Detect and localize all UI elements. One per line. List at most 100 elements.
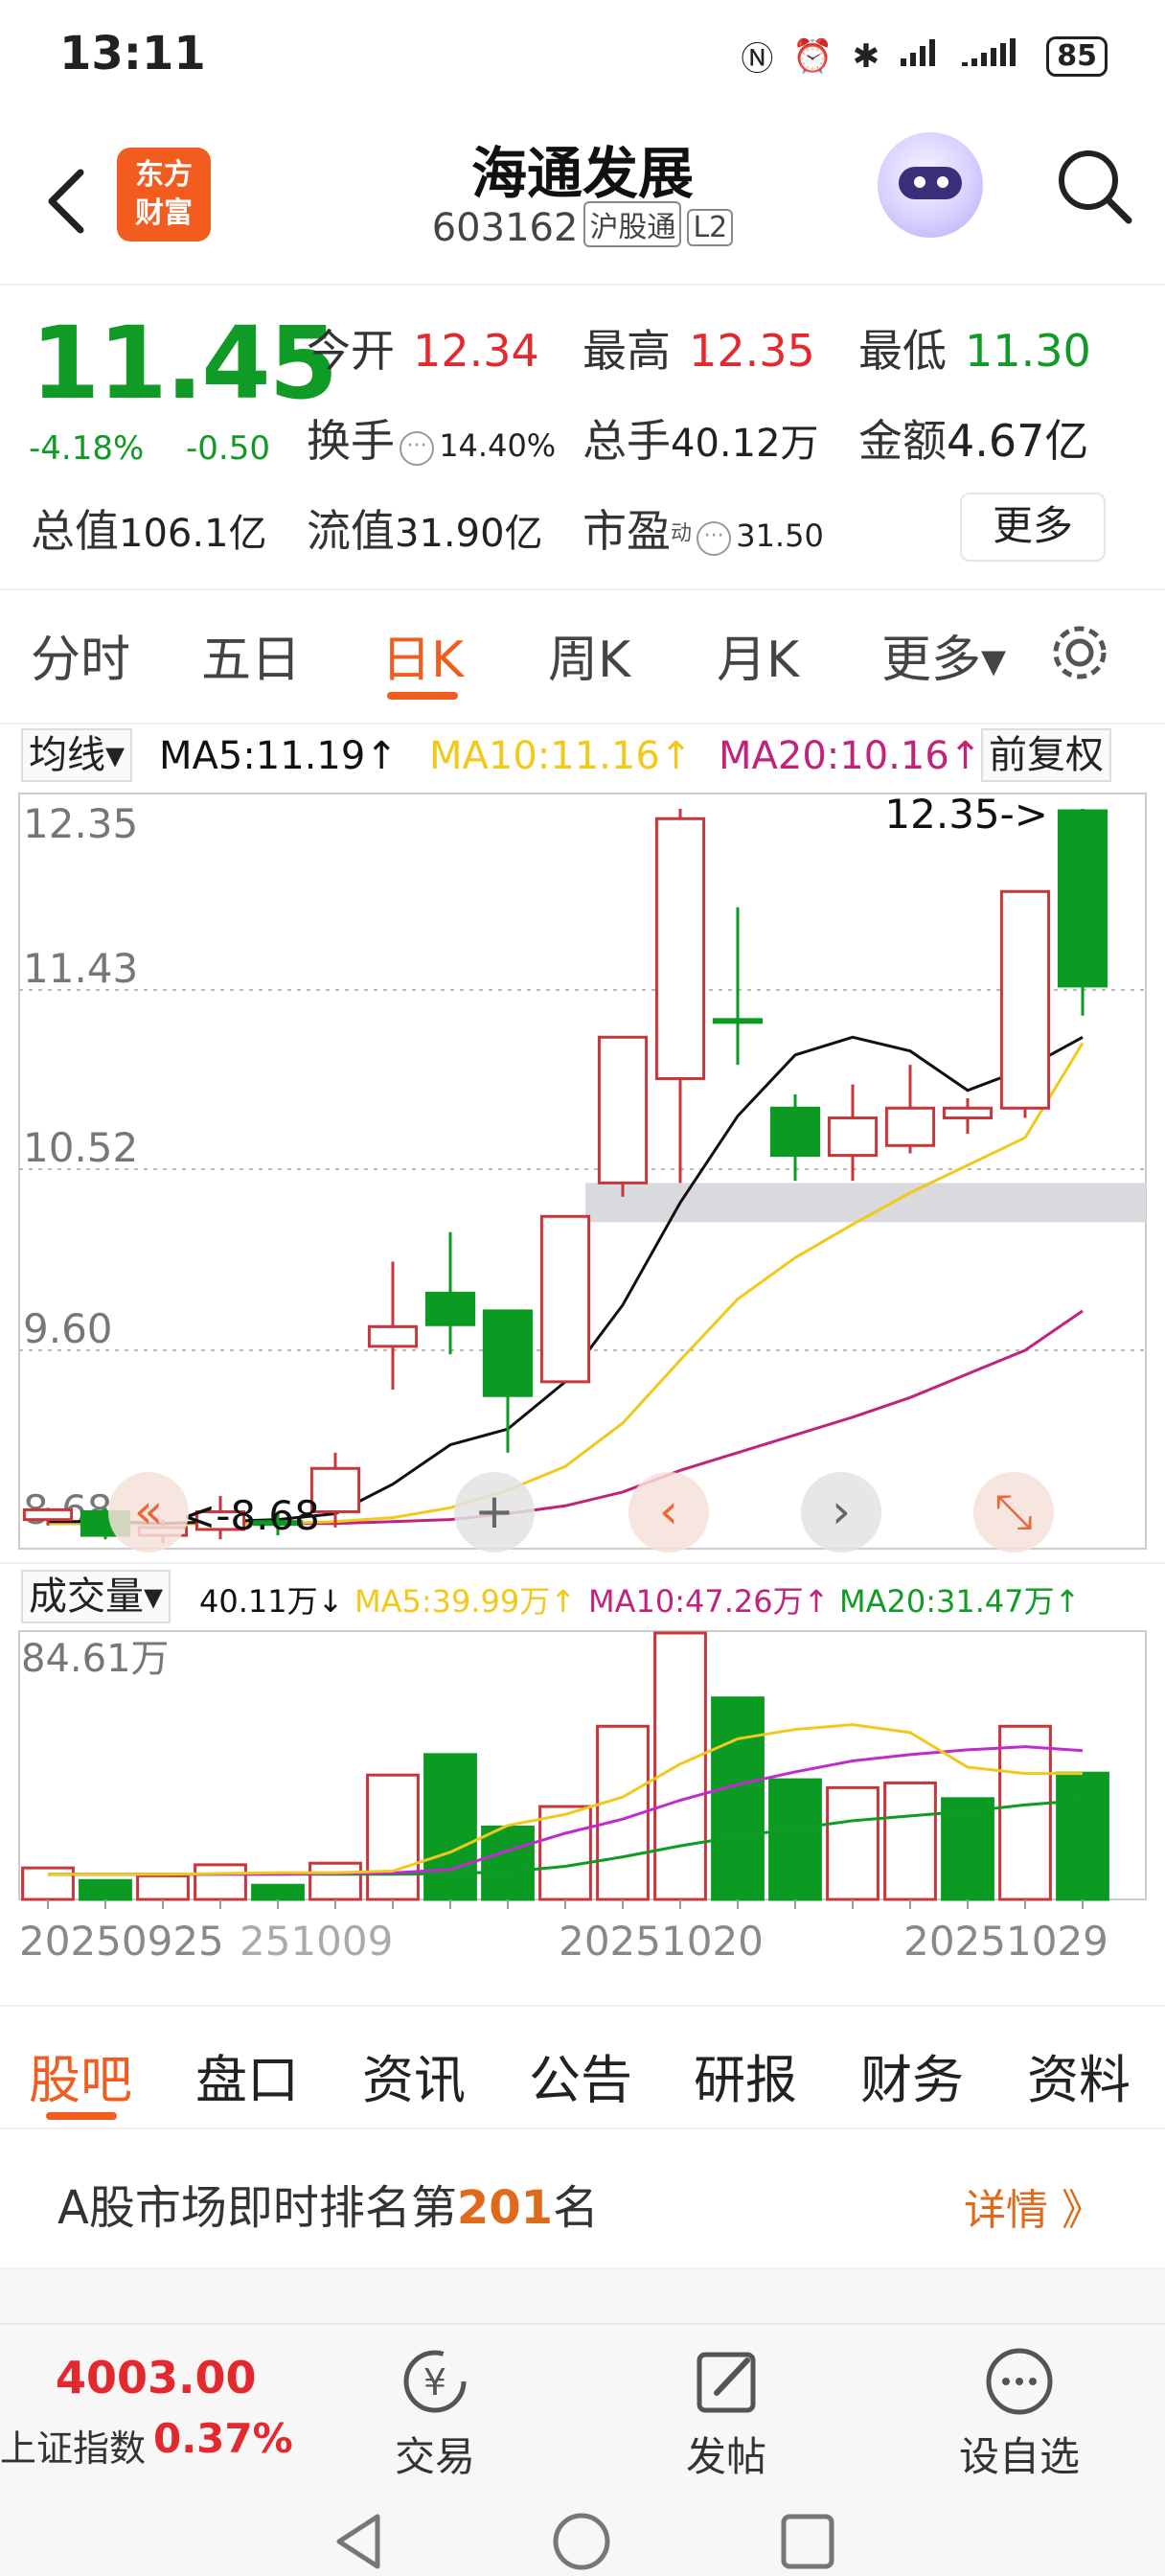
active-content-tab-indicator — [46, 2112, 117, 2120]
stock-code-line: 603162 沪股通 L2 — [0, 201, 1165, 250]
tab-news[interactable]: 资讯 — [362, 2037, 466, 2113]
chart-back-left-icon: « — [134, 1484, 164, 1539]
rank-suffix: 名 — [553, 2181, 600, 2235]
candle-body — [597, 1035, 649, 1184]
ma-legend-row: 均线▾ MA5:11.19↑ MA10:11.16↑ MA20:10.16↑ 前… — [0, 723, 1165, 782]
volume-bar — [423, 1753, 477, 1901]
pe-stat: 市盈动 ··· 31.50 — [582, 496, 824, 560]
volume-bar — [308, 1861, 362, 1901]
chart-next-icon: › — [832, 1484, 851, 1539]
tab-announcements[interactable]: 公告 — [529, 2037, 632, 2113]
settings-button[interactable] — [1046, 619, 1113, 690]
float-cap-stat: 流值31.90亿 — [307, 496, 543, 560]
chart-zoom-in-icon: + — [474, 1484, 514, 1539]
stock-code: 603162 — [431, 206, 579, 250]
rank-number: 201 — [456, 2181, 554, 2235]
volume-legend-row: 成交量▾ 40.11万↓ MA5:39.99万↑ MA10:47.26万↑ MA… — [0, 1562, 1165, 1623]
candle-body — [22, 1507, 74, 1522]
tab-guba[interactable]: 股吧 — [29, 2037, 132, 2113]
y-tick-label: 10.52 — [23, 1124, 138, 1171]
open-stat: 今开 12.34 — [307, 316, 539, 380]
tab-more[interactable]: 更多▾ — [881, 619, 1006, 691]
tab-weekly-k[interactable]: 周K — [548, 619, 630, 691]
volume-bar — [251, 1883, 305, 1901]
volume-chart[interactable]: 84.61万 20250925 251009 20251020 20251029 — [0, 1622, 1165, 2005]
last-price: 11.45 — [31, 305, 338, 422]
ma20-label: MA20:10.16↑ — [719, 734, 977, 778]
volume-bar — [21, 1866, 75, 1901]
candlestick-chart[interactable]: 12.3511.4310.529.608.6812.35-><-8.68«+‹›… — [0, 782, 1165, 1558]
search-button[interactable] — [1050, 142, 1136, 228]
high-stat: 最高 12.35 — [582, 316, 815, 380]
volume-bar — [826, 1785, 879, 1901]
low-stat: 最低 11.30 — [858, 316, 1091, 380]
market-rank-banner[interactable]: A股市场即时排名第201名 详情 》 — [0, 2129, 1165, 2269]
candle-body — [367, 1324, 419, 1348]
high-label: 最高 — [582, 325, 671, 377]
tab-finance[interactable]: 财务 — [860, 2037, 964, 2113]
level2-tag[interactable]: L2 — [687, 209, 734, 246]
period-tabs: 分时 五日 日K 周K 月K 更多▾ — [0, 588, 1165, 713]
tab-five-day[interactable]: 五日 — [201, 619, 301, 691]
nav-recents-icon[interactable] — [774, 2507, 841, 2574]
more-dots-icon[interactable]: ··· — [400, 431, 435, 466]
stock-header: 东方 财富 海通发展 603162 沪股通 L2 — [0, 113, 1165, 286]
nav-back-icon[interactable] — [326, 2507, 393, 2574]
edit-icon — [630, 2344, 822, 2419]
candle-body — [482, 1309, 534, 1397]
market-cap-value: 106.1亿 — [119, 512, 267, 556]
tab-research[interactable]: 研报 — [694, 2037, 797, 2113]
tab-intraday[interactable]: 分时 — [31, 619, 130, 691]
pe-label: 市盈 — [582, 505, 671, 557]
pe-info-icon[interactable]: ··· — [697, 521, 732, 556]
adjust-button[interactable]: 前复权 — [981, 728, 1111, 782]
more-circle-icon — [924, 2344, 1115, 2419]
date-label: 20250925 — [19, 1918, 224, 1965]
connect-tag: 沪股通 — [583, 201, 682, 247]
tab-profile[interactable]: 资料 — [1027, 2037, 1131, 2113]
volume-current: 40.11万↓ — [199, 1583, 344, 1620]
status-icons: Ⓝ ⏰ ✱ 85 — [741, 33, 1108, 80]
tab-daily-k[interactable]: 日K — [381, 619, 464, 691]
volume-bar — [711, 1696, 765, 1901]
candle-body — [769, 1106, 821, 1158]
watchlist-button[interactable]: 设自选 — [924, 2344, 1115, 2483]
more-quote-button[interactable]: 更多 — [960, 493, 1106, 562]
stock-name: 海通发展 — [470, 141, 694, 206]
ai-assistant-button[interactable] — [878, 132, 983, 238]
system-nav-bar — [0, 2497, 1165, 2576]
pe-sup: 动 — [671, 521, 693, 546]
y-tick-label: 12.35 — [23, 800, 138, 847]
volume-bar — [366, 1773, 420, 1901]
volume-dropdown[interactable]: 成交量▾ — [21, 1570, 171, 1623]
candle-body — [712, 1018, 764, 1024]
trade-button[interactable]: ¥ 交易 — [339, 2344, 531, 2483]
change-percent: -4.18% — [29, 429, 145, 468]
chart-frame — [18, 793, 1147, 1550]
index-value[interactable]: 4003.00 — [56, 2352, 257, 2404]
candle-body — [884, 1106, 936, 1147]
robot-icon — [899, 167, 962, 199]
tab-monthly-k[interactable]: 月K — [717, 619, 799, 691]
svg-text:¥: ¥ — [423, 2361, 446, 2404]
details-link[interactable]: 详情 》 — [964, 2175, 1104, 2237]
turnover-stat[interactable]: 换手 ··· 14.40% — [307, 406, 556, 470]
index-change[interactable]: 0.37% — [153, 2415, 293, 2462]
volume-bar — [79, 1878, 132, 1901]
rank-text: A股市场即时排名第201名 — [57, 2170, 599, 2237]
tab-pankou[interactable]: 盘口 — [195, 2037, 299, 2113]
nav-home-icon[interactable] — [548, 2507, 615, 2574]
search-icon — [1059, 150, 1132, 224]
status-time: 13:11 — [59, 27, 206, 80]
candle-body — [942, 1106, 994, 1120]
volume-max-label: 84.61万 — [21, 1637, 170, 1681]
volume-value: 40.12万 — [671, 422, 819, 466]
index-name[interactable]: 上证指数 — [0, 2419, 146, 2472]
y-tick-label: 9.60 — [23, 1305, 113, 1352]
chart-prev-icon: ‹ — [659, 1484, 678, 1539]
open-value: 12.34 — [413, 325, 539, 377]
ma-dropdown[interactable]: 均线▾ — [21, 728, 133, 782]
turnover-label: 换手 — [307, 415, 395, 467]
trade-icon: ¥ — [339, 2344, 531, 2419]
post-button[interactable]: 发帖 — [630, 2344, 822, 2483]
